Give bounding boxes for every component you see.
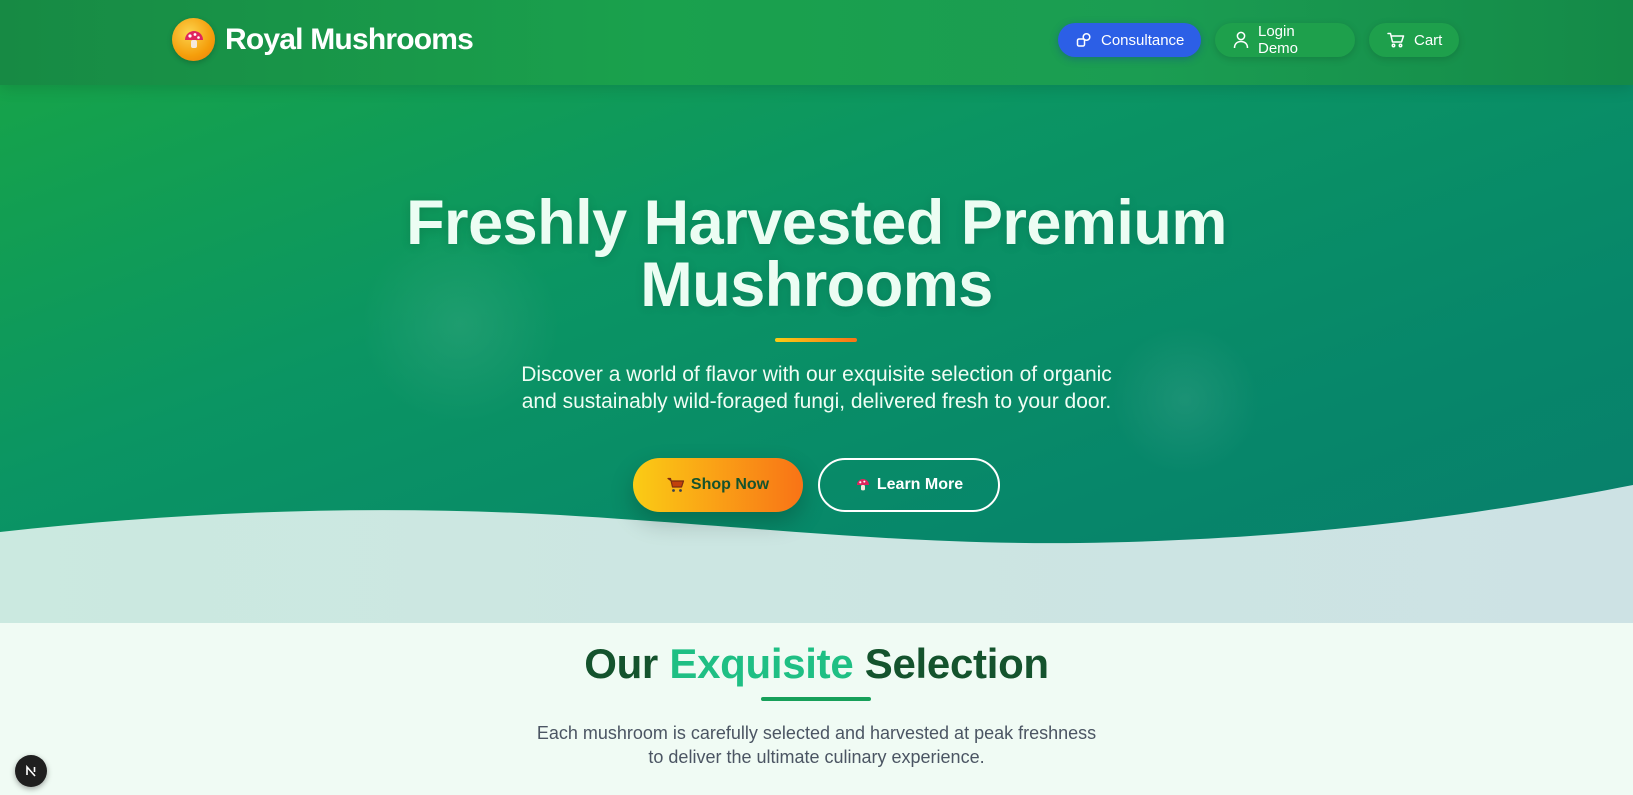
site-header: Royal Mushrooms Consultance Login Demo C… xyxy=(0,0,1633,85)
section-title-part: Selection xyxy=(864,640,1049,687)
section-title: Our Exquisite Selection xyxy=(0,640,1633,688)
cart-label: Cart xyxy=(1414,31,1443,49)
learn-more-label: Learn More xyxy=(876,476,964,493)
section-subtitle-line: Each mushroom is carefully selected and … xyxy=(536,723,1097,743)
learn-more-button[interactable]: Learn More xyxy=(818,458,1000,512)
consultance-button[interactable]: Consultance xyxy=(1058,23,1201,57)
hero-title: Freshly Harvested Premium Mushrooms xyxy=(0,188,1633,320)
hero-subtitle-line: and sustainably wild-foraged fungi, deli… xyxy=(521,390,1112,413)
header-nav: Consultance Login Demo Cart xyxy=(1058,23,1459,57)
cart-icon xyxy=(667,477,684,492)
hero-divider xyxy=(775,338,857,342)
hero-wave-divider xyxy=(0,485,1633,623)
hero-title-line: Mushrooms xyxy=(640,250,993,320)
hero-title-line: Freshly Harvested Premium xyxy=(406,188,1227,258)
section-divider xyxy=(761,697,871,701)
hero-subtitle-line: Discover a world of flavor with our exqu… xyxy=(521,363,1112,386)
cart-icon xyxy=(1387,32,1405,48)
section-subtitle: Each mushroom is carefully selected and … xyxy=(0,721,1633,769)
section-title-accent: Exquisite xyxy=(669,640,854,687)
shop-now-button[interactable]: Shop Now xyxy=(633,458,803,512)
login-demo-button[interactable]: Login Demo xyxy=(1215,23,1355,57)
section-title-part: Our xyxy=(584,640,658,687)
shop-now-label: Shop Now xyxy=(690,476,770,493)
hero-subtitle: Discover a world of flavor with our exqu… xyxy=(0,361,1633,415)
hero-actions: Shop Now Learn More xyxy=(633,458,1000,512)
section-subtitle-line: to deliver the ultimate culinary experie… xyxy=(648,747,985,767)
nextjs-icon[interactable] xyxy=(15,755,47,787)
user-icon xyxy=(1233,31,1249,49)
brand-name: Royal Mushrooms xyxy=(225,22,474,56)
login-demo-label: Login Demo xyxy=(1258,23,1299,57)
brand-logo[interactable]: Royal Mushrooms xyxy=(172,18,474,61)
consultance-label: Consultance xyxy=(1101,31,1185,49)
mushroom-icon xyxy=(172,18,215,61)
cart-button[interactable]: Cart xyxy=(1369,23,1459,57)
hero-section: Freshly Harvested Premium Mushrooms Disc… xyxy=(0,85,1633,623)
shapes-icon xyxy=(1076,32,1091,47)
mushroom-icon xyxy=(856,479,869,491)
